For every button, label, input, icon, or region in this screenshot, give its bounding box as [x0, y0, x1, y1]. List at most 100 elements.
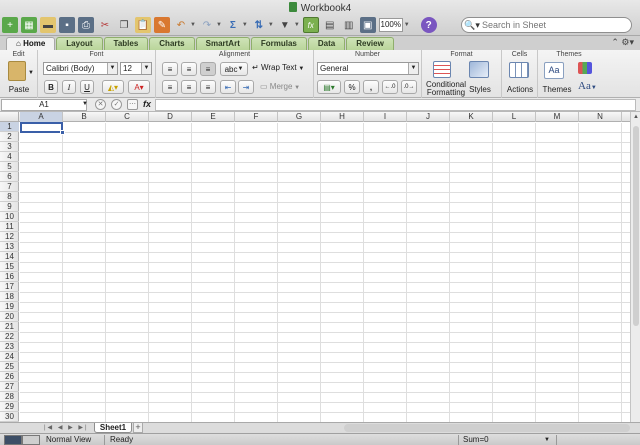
sheet-nav-buttons[interactable]: |◀ ◀ ▶ ▶|	[44, 424, 89, 431]
underline-button[interactable]: U	[80, 80, 94, 94]
tab-home[interactable]: ⌂ Home	[6, 37, 56, 50]
autosum-icon[interactable]: Σ	[225, 17, 241, 33]
media-browser-icon[interactable]: ▣	[359, 17, 376, 33]
tab-formulas[interactable]: Formulas	[250, 37, 307, 50]
template-gallery-icon[interactable]: ▦	[21, 17, 37, 33]
zoom-field[interactable]: 100%	[378, 18, 403, 32]
column-header-e[interactable]: E	[192, 112, 235, 122]
column-header-i[interactable]: I	[364, 112, 407, 122]
tab-charts[interactable]: Charts	[149, 37, 195, 50]
autosum-dropdown-icon[interactable]: ▼	[242, 22, 248, 28]
row-header-18[interactable]: 18	[0, 292, 19, 302]
row-header-29[interactable]: 29	[0, 402, 19, 412]
name-box[interactable]: A1	[1, 99, 87, 111]
tab-smartart[interactable]: SmartArt	[195, 37, 250, 50]
row-header-10[interactable]: 10	[0, 212, 19, 222]
column-header-k[interactable]: K	[450, 112, 493, 122]
bold-button[interactable]: B	[44, 80, 58, 94]
page-layout-view-icon[interactable]	[22, 435, 40, 445]
tab-review[interactable]: Review	[346, 37, 394, 50]
paste-icon[interactable]: 📋	[135, 17, 151, 33]
row-header-14[interactable]: 14	[0, 252, 19, 262]
cut-icon[interactable]: ✂	[97, 17, 113, 33]
row-header-4[interactable]: 4	[0, 152, 19, 162]
column-header-a[interactable]: A	[20, 112, 63, 122]
search-icon[interactable]: 🔍▾	[462, 18, 482, 32]
undo-dropdown-icon[interactable]: ▼	[190, 22, 196, 28]
cancel-icon[interactable]: ✕	[95, 99, 106, 110]
gallery-icon[interactable]: ▤	[322, 17, 338, 33]
row-header-17[interactable]: 17	[0, 282, 19, 292]
row-header-25[interactable]: 25	[0, 362, 19, 372]
name-box-dropdown-icon[interactable]: ▼	[82, 101, 88, 107]
row-header-24[interactable]: 24	[0, 352, 19, 362]
copy-icon[interactable]: ❐	[116, 17, 132, 33]
open-icon[interactable]: ▬	[40, 17, 56, 33]
insert-function-icon[interactable]: ⋯	[127, 99, 138, 110]
row-header-21[interactable]: 21	[0, 322, 19, 332]
conditional-formatting-icon[interactable]	[433, 61, 451, 78]
add-sheet-button[interactable]: +	[133, 423, 143, 433]
row-header-22[interactable]: 22	[0, 332, 19, 342]
ribbon-settings-icon[interactable]: ⚙▾	[621, 37, 634, 47]
redo-dropdown-icon[interactable]: ▼	[216, 22, 222, 28]
zoom-dropdown-icon[interactable]: ▼	[404, 22, 410, 28]
increase-decimal-button[interactable]: ←.0	[382, 80, 398, 94]
enter-icon[interactable]: ✓	[111, 99, 122, 110]
decrease-decimal-button[interactable]: .0→	[401, 80, 417, 94]
column-header-l[interactable]: L	[493, 112, 536, 122]
styles-icon[interactable]	[469, 61, 489, 78]
paste-dropdown-icon[interactable]: ▼	[28, 70, 34, 76]
column-header-c[interactable]: C	[106, 112, 149, 122]
increase-indent-button[interactable]: ⇥	[238, 80, 254, 94]
row-header-9[interactable]: 9	[0, 202, 19, 212]
font-name-select[interactable]: Calibri (Body) ▼	[43, 62, 118, 75]
print-icon[interactable]: ⎙	[78, 17, 94, 33]
save-icon[interactable]: ▪	[59, 17, 75, 33]
column-header-n[interactable]: N	[579, 112, 622, 122]
row-header-1[interactable]: 1	[0, 122, 19, 132]
fill-color-button[interactable]: ◭▾	[102, 80, 124, 94]
normal-view-icon[interactable]	[4, 435, 22, 445]
row-header-16[interactable]: 16	[0, 272, 19, 282]
accounting-format-button[interactable]: ▤▾	[317, 80, 341, 94]
row-header-12[interactable]: 12	[0, 232, 19, 242]
font-color-button[interactable]: A▾	[128, 80, 150, 94]
sum-dropdown-icon[interactable]: ▼	[544, 435, 550, 445]
cells-area[interactable]	[20, 123, 630, 422]
column-header-j[interactable]: J	[407, 112, 450, 122]
row-header-7[interactable]: 7	[0, 182, 19, 192]
number-format-select[interactable]: General ▼	[317, 62, 419, 75]
row-header-5[interactable]: 5	[0, 162, 19, 172]
vertical-scrollbar[interactable]: ▲	[630, 112, 640, 422]
tab-tables[interactable]: Tables	[103, 37, 149, 50]
toolbox-icon[interactable]: ▥	[341, 17, 357, 33]
filter-icon[interactable]: ▼	[277, 17, 293, 33]
sheet-tab-sheet1[interactable]: Sheet1	[94, 423, 132, 433]
wrap-text-button[interactable]: ↵ Wrap Text ▼	[252, 63, 304, 72]
align-top-button[interactable]: ≡	[162, 62, 178, 76]
align-middle-button[interactable]: ≡	[181, 62, 197, 76]
themes-icon[interactable]: Aa	[544, 62, 564, 79]
row-header-28[interactable]: 28	[0, 392, 19, 402]
select-all-corner[interactable]	[0, 112, 19, 122]
new-workbook-icon[interactable]: +	[2, 17, 18, 33]
column-header-g[interactable]: G	[278, 112, 321, 122]
orientation-button[interactable]: abc ▼	[220, 62, 248, 76]
row-header-20[interactable]: 20	[0, 312, 19, 322]
percent-button[interactable]: %	[344, 80, 360, 94]
row-header-26[interactable]: 26	[0, 372, 19, 382]
search-box[interactable]: 🔍▾	[461, 17, 632, 33]
undo-icon[interactable]: ↶	[173, 17, 189, 33]
tab-data[interactable]: Data	[307, 37, 346, 50]
comma-button[interactable]: ,	[363, 80, 379, 94]
align-right-button[interactable]: ≡	[200, 80, 216, 94]
redo-icon[interactable]: ↷	[199, 17, 215, 33]
row-header-27[interactable]: 27	[0, 382, 19, 392]
row-header-8[interactable]: 8	[0, 192, 19, 202]
row-header-19[interactable]: 19	[0, 302, 19, 312]
filter-dropdown-icon[interactable]: ▼	[294, 22, 300, 28]
horizontal-scrollbar[interactable]	[344, 424, 630, 432]
formula-builder-icon[interactable]: fx	[302, 17, 319, 33]
font-size-select[interactable]: 12 ▼	[120, 62, 152, 75]
